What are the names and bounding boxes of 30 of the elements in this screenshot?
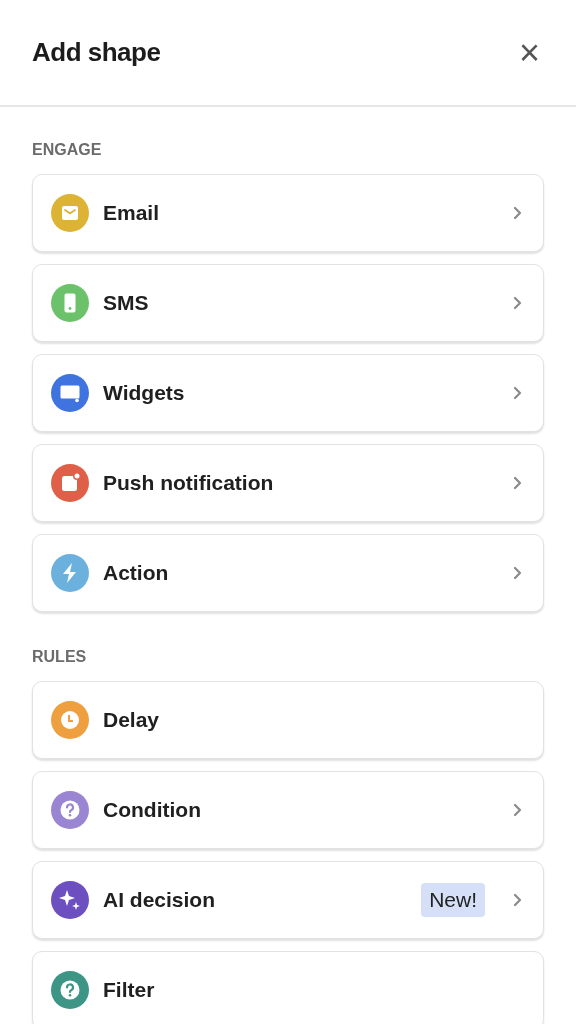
chevron-icon [513, 206, 523, 220]
chevron-icon [513, 476, 523, 490]
close-button[interactable]: × [514, 34, 544, 71]
chevron-icon [513, 566, 523, 580]
new-badge: New! [421, 883, 485, 917]
option-label: Filter [103, 978, 156, 1002]
option-label: Delay [103, 708, 161, 732]
shape-option[interactable]: Action [32, 534, 544, 612]
chevron-icon [513, 386, 523, 400]
chevron-icon [513, 803, 523, 817]
section-heading: ENGAGE [32, 141, 103, 159]
option-label: Email [103, 201, 161, 225]
option-label: SMS [103, 291, 150, 315]
option-label: AI decision [103, 888, 217, 912]
shape-option[interactable]: Filter [32, 951, 544, 1024]
section-heading: RULES [32, 648, 88, 666]
option-label: Action [103, 561, 170, 585]
option-label: Condition [103, 798, 202, 822]
shape-option[interactable]: SMS [32, 264, 544, 342]
shape-option[interactable]: Push notification [32, 444, 544, 522]
chevron-icon [513, 893, 523, 907]
shape-option[interactable]: AI decision New! [32, 861, 544, 939]
option-label: Widgets [103, 381, 186, 405]
chevron-icon [513, 296, 523, 310]
shape-option[interactable]: Condition [32, 771, 544, 849]
shape-option[interactable]: Email [32, 174, 544, 252]
panel-title: Add shape [32, 37, 161, 68]
shape-option[interactable]: Delay [32, 681, 544, 759]
shape-option[interactable]: Widgets [32, 354, 544, 432]
option-label: Push notification [103, 471, 275, 495]
